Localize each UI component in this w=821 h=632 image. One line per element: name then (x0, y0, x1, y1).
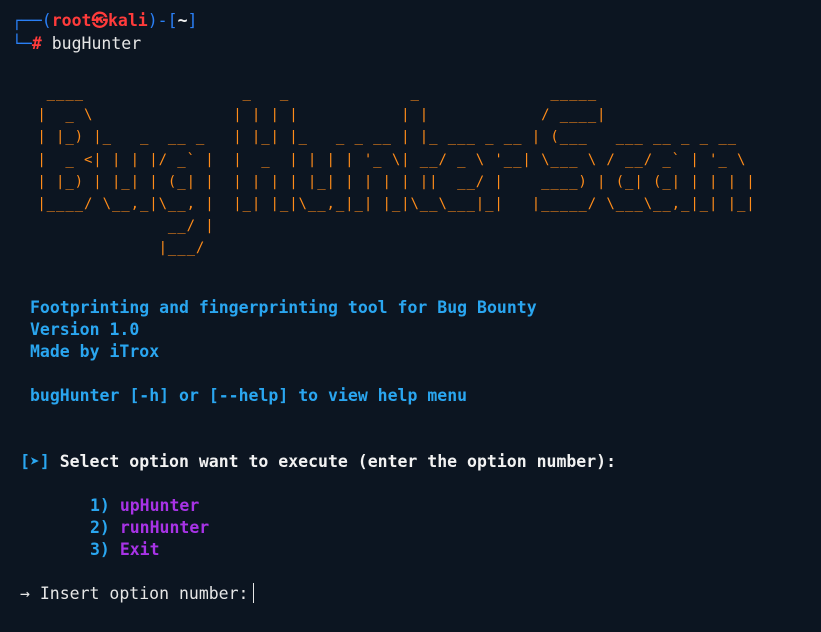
prompt-dir: ~ (177, 11, 188, 30)
prompt-corner-bottom: └─ (12, 34, 32, 53)
banner-line: |___/ (28, 240, 775, 257)
prompt-user: root (51, 11, 92, 30)
option-number: 3) (90, 540, 110, 559)
tool-description: Footprinting and fingerprinting tool for… (30, 298, 537, 317)
menu-option-runhunter[interactable]: 2) runHunter (90, 517, 209, 539)
banner-line: | |_) | |_| | (_| | | | | | |_| | | | | … (28, 173, 775, 190)
menu-option-exit[interactable]: 3) Exit (90, 539, 160, 561)
menu-option-uphunter[interactable]: 1) upHunter (90, 495, 199, 517)
shell-prompt-line: ┌──(root㉿kali)-[~] (12, 10, 197, 32)
help-hint: bugHunter [-h] or [--help] to view help … (30, 386, 468, 405)
banner-line: | |_) |_ _ __ _ | |_| |_ _ _ __ | |_ ___… (28, 129, 775, 146)
prompt-corner-top: ┌──( (12, 11, 52, 30)
banner-line: | _ \ | | | | | | / ____| (28, 107, 775, 124)
banner-line: ____ _ _ _ _____ (28, 85, 775, 101)
prompt-command: bugHunter (51, 34, 142, 53)
option-label: runHunter (119, 518, 210, 537)
version-text: Version 1.0 (30, 320, 140, 339)
menu-heading: [➤] Select option want to execute (enter… (20, 451, 616, 473)
prompt-close: ] (187, 11, 198, 30)
text-cursor (252, 583, 254, 603)
prompt-mid: )-[ (147, 11, 178, 30)
shell-command-line: └─# bugHunter (12, 33, 141, 55)
banner-line: __/ | (28, 218, 775, 235)
author-text: Made by iTrox (30, 342, 160, 361)
ascii-banner: ____ _ _ _ _____ | _ \ | | | | | | / ___… (28, 82, 774, 260)
menu-heading-text: Select option want to execute (enter the… (59, 452, 617, 471)
banner-line: | _ <| | | |/ _` | | _ | | | | '_ \| __/… (28, 151, 775, 168)
arrow-marker-icon: [➤] (20, 452, 50, 471)
option-label: Exit (119, 540, 160, 559)
skull-icon: ㉿ (91, 11, 109, 30)
option-number: 2) (90, 518, 110, 537)
terminal-window: ┌──(root㉿kali)-[~] └─# bugHunter ____ _ … (0, 0, 821, 632)
prompt-hash: # (31, 34, 42, 53)
prompt-host: kali (108, 11, 148, 30)
option-input-line[interactable]: → Insert option number: (20, 583, 254, 605)
input-label: Insert option number: (39, 584, 249, 603)
option-number: 1) (90, 496, 110, 515)
banner-line: |____/ \__,_|\__, | |_| |_|\__,_|_| |_|\… (28, 196, 775, 213)
right-arrow-icon: → (20, 584, 30, 603)
option-label: upHunter (119, 496, 200, 515)
